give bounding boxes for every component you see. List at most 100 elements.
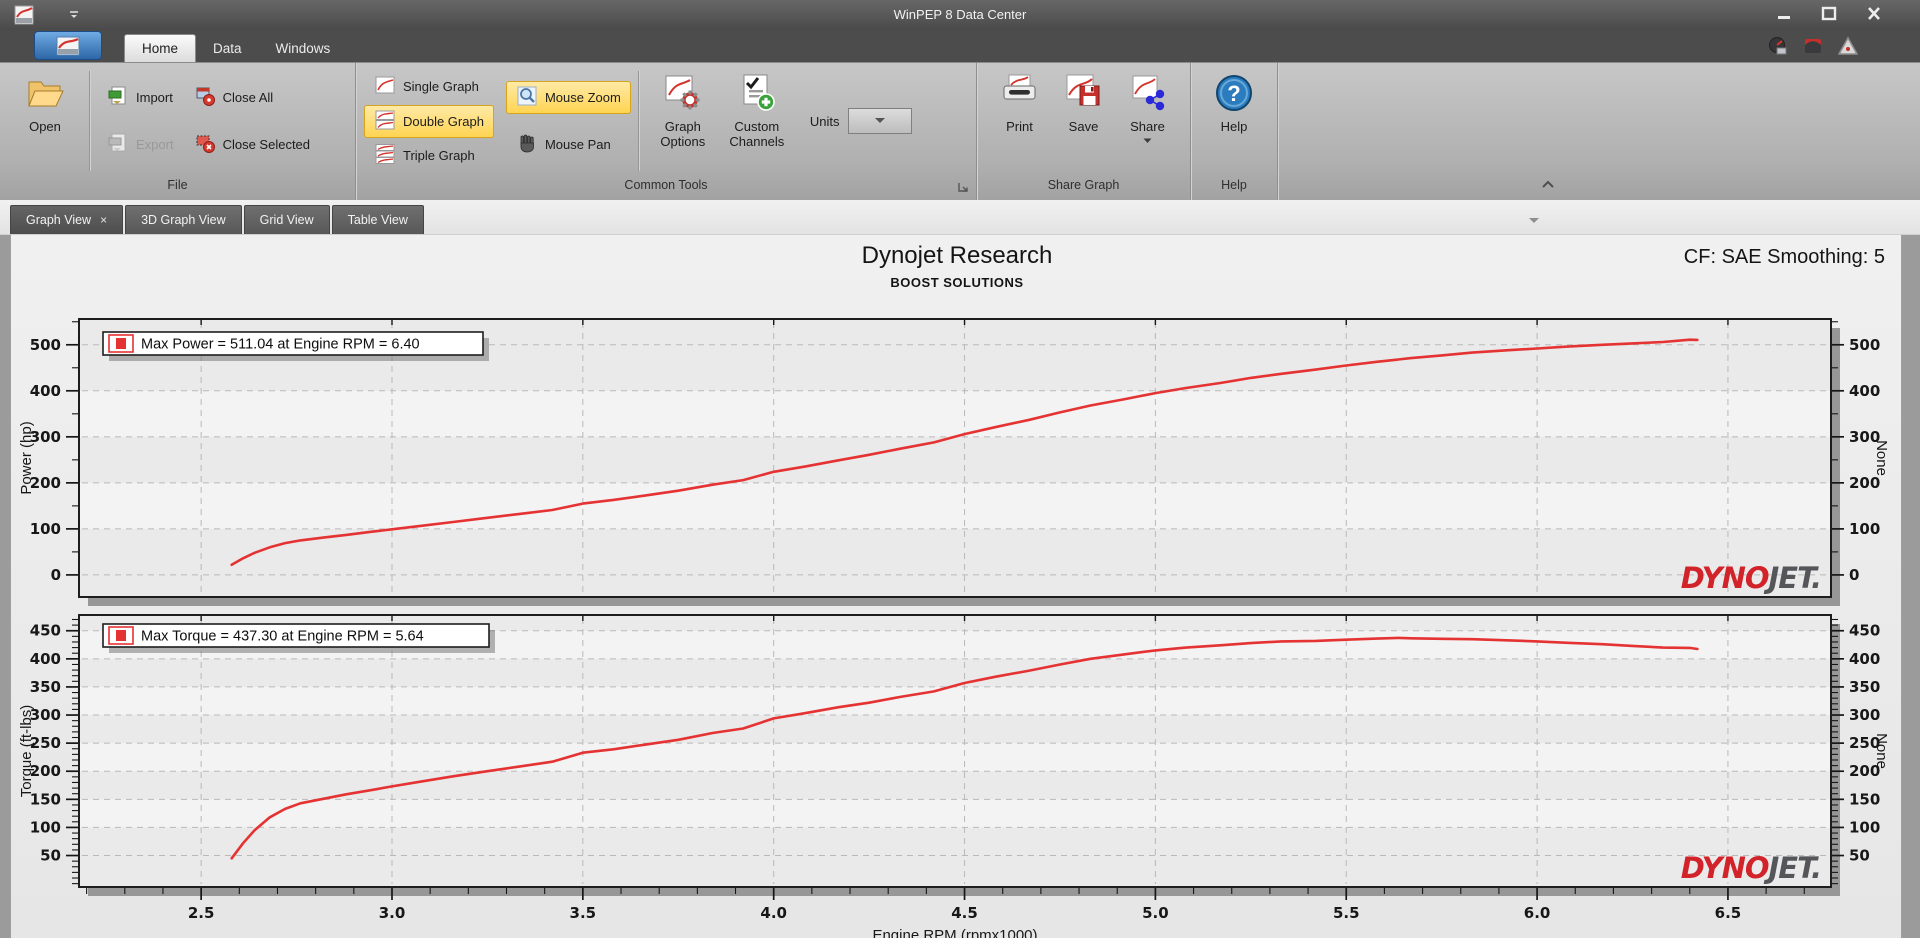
svg-text:4.5: 4.5	[951, 904, 978, 922]
svg-text:6.5: 6.5	[1715, 904, 1742, 922]
print-button[interactable]: Print	[989, 68, 1051, 174]
warning-icon[interactable]	[1837, 36, 1859, 61]
svg-text:3.5: 3.5	[570, 904, 597, 922]
close-selected-button[interactable]: Close Selected	[184, 128, 320, 161]
magnifier-icon	[516, 85, 538, 110]
theme-icon[interactable]	[1803, 36, 1823, 61]
ribbon-tab-home[interactable]: Home	[124, 34, 197, 62]
help-button[interactable]: ? Help	[1204, 68, 1264, 174]
y-axis-title: Power (hp)	[18, 421, 35, 494]
save-icon	[1063, 73, 1105, 117]
graph-title: Dynojet Research	[861, 242, 1053, 269]
hand-icon	[516, 132, 538, 157]
svg-text:350: 350	[1849, 678, 1880, 696]
ribbon-tab-data[interactable]: Data	[196, 35, 259, 62]
chevron-down-icon	[1143, 138, 1152, 143]
y-axis-title-right: None	[1873, 733, 1890, 769]
window-title: WinPEP 8 Data Center	[893, 7, 1027, 22]
svg-text:100: 100	[30, 818, 61, 836]
help-icon: ?	[1214, 73, 1254, 117]
svg-text:0: 0	[1849, 566, 1859, 584]
svg-text:400: 400	[30, 650, 61, 668]
export-button[interactable]: Export	[97, 128, 184, 161]
close-tab-icon[interactable]: ×	[100, 213, 107, 227]
gauge-icon[interactable]	[1768, 36, 1788, 61]
single-graph-icon	[374, 74, 396, 99]
save-button[interactable]: Save	[1053, 68, 1115, 174]
svg-text:?: ?	[1227, 81, 1240, 106]
titlebar: WinPEP 8 Data Center	[0, 0, 1920, 30]
import-csv-icon	[107, 85, 129, 110]
svg-text:2.5: 2.5	[188, 904, 215, 922]
file-group-label: File	[167, 178, 188, 192]
graph-options-button[interactable]: Graph Options	[646, 68, 720, 174]
tab-3d-graph-view[interactable]: 3D Graph View	[125, 205, 242, 234]
x-axis-title: Engine RPM (rpmx1000)	[872, 927, 1037, 938]
app-menu-button[interactable]	[34, 31, 102, 60]
ribbon-group-help: ? Help Help	[1191, 63, 1278, 200]
dynojet-watermark: DYNOJET.	[1681, 851, 1821, 885]
svg-text:500: 500	[1849, 336, 1880, 354]
close-all-icon	[194, 85, 216, 110]
svg-text:400: 400	[1849, 382, 1880, 400]
svg-text:300: 300	[1849, 706, 1880, 724]
double-graph-icon	[374, 109, 396, 134]
common-tools-dialog-launcher-icon[interactable]	[957, 179, 970, 202]
mouse-zoom-button[interactable]: Mouse Zoom	[505, 81, 631, 115]
units-label: Units	[809, 113, 840, 129]
print-icon	[999, 73, 1041, 117]
maximize-button[interactable]	[1817, 4, 1841, 24]
svg-text:400: 400	[30, 382, 61, 400]
close-all-button[interactable]: Close All	[184, 81, 320, 114]
import-button[interactable]: Import	[97, 81, 184, 114]
y-axis-title: Torque (ft-lbs)	[18, 705, 35, 798]
share-button[interactable]: Share	[1117, 68, 1179, 174]
svg-text:450: 450	[1849, 622, 1880, 640]
graph-view-panel: Dynojet Research BOOST SOLUTIONS CF: SAE…	[10, 235, 1902, 938]
common-tools-group-label: Common Tools	[356, 174, 976, 200]
single-graph-button[interactable]: Single Graph	[364, 70, 494, 103]
dynojet-watermark: DYNOJET.	[1681, 561, 1821, 595]
svg-text:200: 200	[1849, 474, 1880, 492]
svg-text:400: 400	[1849, 650, 1880, 668]
close-selected-icon	[194, 132, 216, 157]
svg-text:4.0: 4.0	[760, 904, 787, 922]
graph-options-icon	[662, 73, 704, 117]
ribbon-group-common-tools: Single Graph Double Graph Triple Graph M…	[356, 63, 977, 200]
units-dropdown[interactable]	[848, 108, 913, 134]
close-button[interactable]	[1862, 4, 1886, 24]
minimize-button[interactable]	[1772, 4, 1796, 24]
ribbon: Open Import Export Close All Close Selec…	[0, 62, 1920, 200]
help-group-label: Help	[1221, 178, 1247, 192]
svg-text:100: 100	[1849, 818, 1880, 836]
export-csv-icon	[107, 132, 129, 157]
open-button[interactable]: Open	[8, 68, 82, 174]
tab-grid-view[interactable]: Grid View	[243, 205, 330, 234]
torque-chart[interactable]: 50 50100 100150 150200 200250 250300 300350 350…	[11, 607, 1902, 938]
svg-text:100: 100	[1849, 520, 1880, 538]
svg-text:Max Power = 511.04 at Engine R: Max Power = 511.04 at Engine RPM = 6.40	[141, 337, 420, 353]
mouse-pan-button[interactable]: Mouse Pan	[506, 128, 631, 161]
torque-legend: Max Torque = 437.30 at Engine RPM = 5.64	[102, 623, 495, 653]
collapse-ribbon-icon[interactable]	[1540, 177, 1556, 195]
svg-text:350: 350	[30, 678, 61, 696]
divider	[637, 71, 639, 171]
svg-text:150: 150	[1849, 790, 1880, 808]
triple-graph-icon	[374, 143, 396, 168]
power-chart[interactable]: 0 0100 100200 200300 300400 400500 500Power (h…	[11, 295, 1902, 607]
custom-channels-icon	[736, 73, 778, 117]
double-graph-button[interactable]: Double Graph	[364, 104, 494, 138]
ribbon-tab-row: Home Data Windows	[0, 30, 1920, 62]
svg-text:6.0: 6.0	[1524, 904, 1551, 922]
svg-text:450: 450	[30, 622, 61, 640]
open-folder-icon	[24, 73, 66, 117]
tab-table-view[interactable]: Table View	[331, 205, 424, 234]
svg-text:50: 50	[1849, 847, 1870, 865]
ribbon-group-file: Open Import Export Close All Close Selec…	[0, 63, 356, 200]
ribbon-tab-windows[interactable]: Windows	[259, 35, 348, 62]
tab-graph-view[interactable]: Graph View ×	[10, 205, 124, 234]
tab-list-dropdown-icon[interactable]	[1528, 212, 1540, 230]
svg-text:0: 0	[51, 566, 61, 584]
triple-graph-button[interactable]: Triple Graph	[364, 139, 494, 172]
custom-channels-button[interactable]: Custom Channels	[720, 68, 794, 174]
